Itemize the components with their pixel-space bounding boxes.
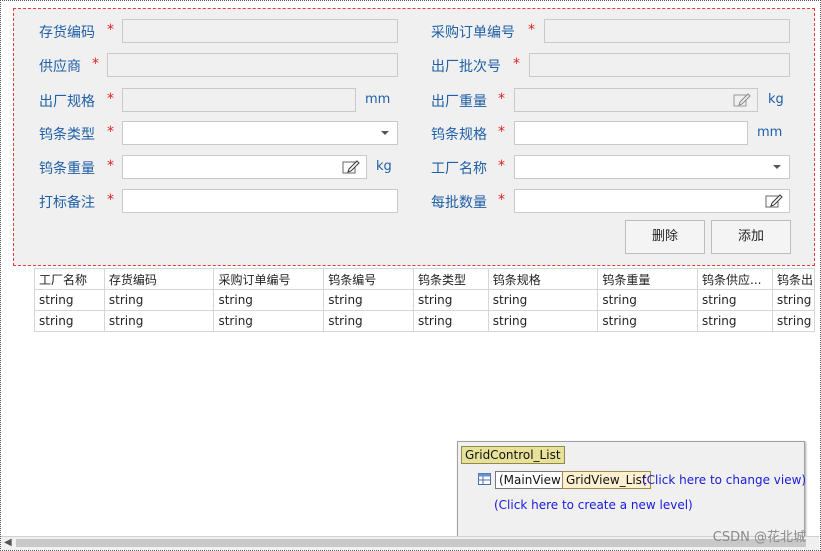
required-mark: * bbox=[528, 22, 535, 38]
delete-button[interactable]: 删除 bbox=[625, 220, 705, 254]
change-view-link[interactable]: (Click here to change view) bbox=[642, 473, 806, 487]
table-cell[interactable]: string bbox=[771, 310, 816, 332]
inventory-code-field[interactable] bbox=[122, 19, 398, 43]
factory-name-dropdown[interactable] bbox=[514, 155, 790, 179]
column-header[interactable]: 钨条类型 bbox=[412, 268, 489, 290]
supplier-field[interactable] bbox=[107, 53, 398, 77]
table-cell[interactable]: string bbox=[412, 310, 489, 332]
unit-kg: kg bbox=[768, 92, 784, 107]
label-batch-quantity: 每批数量 bbox=[431, 195, 487, 211]
column-header[interactable]: 钨条重量 bbox=[597, 268, 699, 290]
unit-kg: kg bbox=[376, 159, 392, 174]
data-grid[interactable]: 工厂名称 存货编码 采购订单编号 钨条编号 钨条类型 钨条规格 钨条重量 钨条供… bbox=[34, 268, 816, 332]
table-cell[interactable]: string bbox=[697, 289, 773, 311]
table-cell[interactable]: string bbox=[771, 289, 816, 311]
grid-view-tag[interactable]: GridView_List bbox=[562, 471, 651, 489]
batch-quantity-field[interactable] bbox=[514, 189, 790, 213]
edit-icon[interactable] bbox=[733, 92, 751, 108]
batch-number-field[interactable] bbox=[529, 53, 790, 77]
required-mark: * bbox=[498, 192, 505, 208]
tungsten-type-dropdown[interactable] bbox=[122, 121, 398, 145]
table-cell[interactable]: string bbox=[487, 310, 599, 332]
create-level-link[interactable]: (Click here to create a new level) bbox=[494, 498, 693, 512]
required-mark: * bbox=[107, 91, 114, 107]
edit-icon[interactable] bbox=[765, 193, 783, 209]
table-cell[interactable]: string bbox=[213, 310, 325, 332]
table-cell[interactable]: string bbox=[213, 289, 325, 311]
factory-weight-field[interactable] bbox=[514, 88, 758, 112]
label-tungsten-type: 钨条类型 bbox=[39, 127, 95, 143]
label-tungsten-spec: 钨条规格 bbox=[431, 127, 487, 143]
unit-mm: mm bbox=[757, 125, 783, 140]
grid-control-tag[interactable]: GridControl_List bbox=[461, 446, 565, 464]
required-mark: * bbox=[92, 56, 99, 72]
tungsten-spec-field[interactable] bbox=[514, 121, 748, 145]
table-cell[interactable]: string bbox=[412, 289, 489, 311]
column-header[interactable]: 钨条规格 bbox=[487, 268, 599, 290]
table-cell[interactable]: string bbox=[103, 289, 215, 311]
table-cell[interactable]: string bbox=[34, 310, 105, 332]
column-header[interactable]: 采购订单编号 bbox=[213, 268, 325, 290]
column-header[interactable]: 钨条供应... bbox=[697, 268, 773, 290]
chevron-down-icon bbox=[381, 131, 389, 135]
label-po-number: 采购订单编号 bbox=[431, 25, 515, 41]
required-mark: * bbox=[107, 192, 114, 208]
table-cell[interactable]: string bbox=[103, 310, 215, 332]
grid-view-icon bbox=[478, 473, 491, 485]
table-cell[interactable]: string bbox=[597, 289, 699, 311]
factory-spec-field[interactable] bbox=[122, 88, 356, 112]
required-mark: * bbox=[498, 124, 505, 140]
column-header[interactable]: 钨条编号 bbox=[323, 268, 414, 290]
unit-mm: mm bbox=[365, 92, 391, 107]
table-row[interactable]: string string string string string strin… bbox=[34, 289, 816, 311]
column-header[interactable]: 工厂名称 bbox=[34, 268, 105, 290]
table-cell[interactable]: string bbox=[323, 310, 414, 332]
tungsten-weight-field[interactable] bbox=[122, 155, 367, 179]
table-cell[interactable]: string bbox=[597, 310, 699, 332]
table-row[interactable]: string string string string string strin… bbox=[34, 310, 816, 332]
label-factory-weight: 出厂重量 bbox=[431, 94, 487, 110]
watermark: CSDN @花北城 bbox=[712, 530, 806, 545]
scroll-left-icon[interactable]: ◀ bbox=[4, 537, 12, 548]
column-header[interactable]: 钨条出 bbox=[771, 268, 816, 290]
required-mark: * bbox=[107, 124, 114, 140]
required-mark: * bbox=[498, 91, 505, 107]
table-cell[interactable]: string bbox=[697, 310, 773, 332]
label-factory-name: 工厂名称 bbox=[431, 161, 487, 177]
marking-note-field[interactable] bbox=[122, 189, 398, 213]
required-mark: * bbox=[513, 56, 520, 72]
label-inventory-code: 存货编码 bbox=[39, 25, 95, 41]
chevron-down-icon bbox=[773, 165, 781, 169]
label-tungsten-weight: 钨条重量 bbox=[39, 161, 95, 177]
po-number-field[interactable] bbox=[544, 19, 790, 43]
label-marking-note: 打标备注 bbox=[39, 195, 95, 211]
required-mark: * bbox=[498, 158, 505, 174]
required-mark: * bbox=[107, 158, 114, 174]
column-header[interactable]: 存货编码 bbox=[103, 268, 215, 290]
horizontal-scrollbar[interactable]: ◀ bbox=[1, 536, 819, 550]
label-batch-number: 出厂批次号 bbox=[431, 59, 501, 75]
required-mark: * bbox=[107, 22, 114, 38]
form-panel: 存货编码 * 供应商 * 出厂规格 * mm 钨条类型 * 钨条重量 * kg … bbox=[13, 8, 815, 266]
add-button[interactable]: 添加 bbox=[711, 220, 791, 254]
edit-icon[interactable] bbox=[342, 159, 360, 175]
table-cell[interactable]: string bbox=[323, 289, 414, 311]
label-supplier: 供应商 bbox=[39, 59, 81, 75]
row-indicator-column bbox=[14, 268, 35, 332]
table-cell[interactable]: string bbox=[487, 289, 599, 311]
scrollbar-thumb[interactable] bbox=[16, 539, 806, 547]
main-view-tag: (MainView) bbox=[495, 471, 570, 489]
label-factory-spec: 出厂规格 bbox=[39, 94, 95, 110]
table-cell[interactable]: string bbox=[34, 289, 105, 311]
grid-designer-panel: GridControl_List (MainView) GridView_Lis… bbox=[457, 441, 806, 539]
grid-header-row: 工厂名称 存货编码 采购订单编号 钨条编号 钨条类型 钨条规格 钨条重量 钨条供… bbox=[34, 268, 816, 290]
